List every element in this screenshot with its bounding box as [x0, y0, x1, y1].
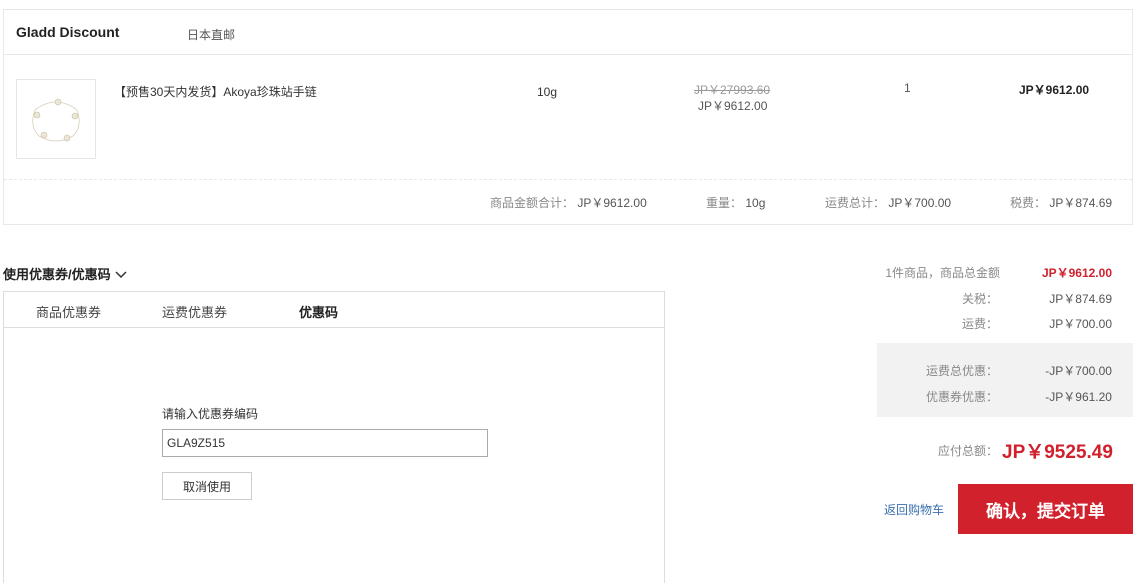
shipping-total-value: JP￥700.00: [888, 196, 952, 210]
tab-coupon-code[interactable]: 优惠码: [299, 302, 338, 321]
tab-shipping-coupon[interactable]: 运费优惠券: [162, 302, 227, 321]
freight-discount-value: -JP￥700.00: [1045, 364, 1112, 378]
shipping-total-label: 运费总计：: [825, 196, 886, 210]
duty-value: JP￥874.69: [1049, 292, 1112, 306]
shipping-total: 运费总计： JP￥700.00: [825, 194, 951, 211]
bracelet-image-icon: [32, 98, 80, 142]
product-weight: 10g: [537, 85, 558, 99]
chevron-down-icon: [115, 267, 127, 282]
shop-name[interactable]: Gladd Discount: [16, 24, 119, 40]
coupon-section-title: 使用优惠券/优惠码: [3, 267, 111, 282]
items-total-label: 1件商品，商品总金额: [885, 266, 1000, 280]
product-total: JP￥9612.00: [1019, 83, 1090, 97]
coupon-panel: 商品优惠券 运费优惠券 优惠码 请输入优惠券编码 取消使用: [3, 291, 665, 583]
cancel-coupon-button[interactable]: 取消使用: [162, 472, 252, 500]
total-weight-label: 重量：: [706, 196, 743, 210]
goods-amount-value: JP￥9612.00: [577, 196, 647, 210]
product-row: 【预售30天内发货】Akoya珍珠站手链 10g JP￥27993.60 JP￥…: [4, 55, 1132, 180]
order-box: Gladd Discount 日本直邮 【预售30天内发货】Akoya珍珠站手链…: [3, 9, 1133, 225]
product-price: JP￥9612.00: [698, 99, 768, 113]
product-quantity: 1: [904, 81, 911, 95]
coupon-code-input[interactable]: [162, 429, 488, 457]
goods-amount: 商品金额合计： JP￥9612.00: [490, 194, 647, 211]
payable-total-value: JP￥9525.49: [1002, 442, 1113, 463]
goods-amount-label: 商品金额合计：: [490, 196, 575, 210]
submit-order-button[interactable]: 确认，提交订单: [958, 484, 1133, 534]
freight-value: JP￥700.00: [1049, 317, 1112, 331]
tax-total-label: 税费：: [1010, 196, 1047, 210]
duty-label: 关税：: [961, 292, 998, 306]
payable-total-label: 应付总额：: [938, 444, 999, 458]
back-to-cart-link[interactable]: 返回购物车: [884, 501, 944, 518]
coupon-section-toggle[interactable]: 使用优惠券/优惠码: [3, 264, 127, 283]
total-weight: 重量： 10g: [706, 194, 765, 211]
discount-panel: [877, 343, 1133, 417]
items-total-value: JP￥9612.00: [1041, 266, 1112, 280]
order-summary-row: 商品金额合计： JP￥9612.00 重量： 10g 运费总计： JP￥700.…: [4, 180, 1132, 224]
freight-label: 运费：: [961, 317, 998, 331]
coupon-code-label: 请输入优惠券编码: [162, 407, 259, 421]
coupon-discount-label: 优惠券优惠：: [925, 390, 998, 404]
product-original-price: JP￥27993.60: [694, 83, 771, 97]
shop-tag: 日本直邮: [187, 28, 236, 42]
freight-discount-label: 运费总优惠：: [925, 364, 998, 378]
coupon-discount-value: -JP￥961.20: [1045, 390, 1112, 404]
coupon-tabs: 商品优惠券 运费优惠券 优惠码: [4, 292, 664, 328]
product-name[interactable]: 【预售30天内发货】Akoya珍珠站手链: [114, 83, 317, 100]
total-weight-value: 10g: [745, 196, 766, 210]
tax-total: 税费： JP￥874.69: [1010, 194, 1112, 211]
shop-header: Gladd Discount 日本直邮: [4, 10, 1132, 55]
tab-goods-coupon[interactable]: 商品优惠券: [36, 302, 101, 321]
product-thumbnail[interactable]: [16, 79, 96, 159]
tax-total-value: JP￥874.69: [1049, 196, 1113, 210]
